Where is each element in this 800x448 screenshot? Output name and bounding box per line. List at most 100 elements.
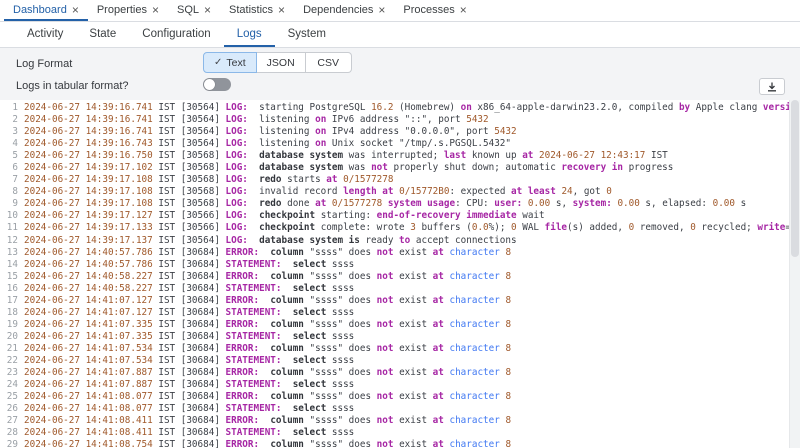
window-tab-dependencies[interactable]: Dependencies ×: [294, 0, 394, 21]
log-line: 16 2024-06-27 14:40:58.227 IST [30684] ST…: [0, 283, 800, 295]
log-line: 42024-06-27 14:39:16.743 IST [30564] LOG…: [0, 138, 800, 150]
log-line-text: 2024-06-27 14:39:17.108 IST [30568] LOG:…: [24, 186, 612, 198]
log-lines: 1 2024-06-27 14:39:16.741 IST [30564] LOG…: [0, 100, 800, 448]
log-line: 28 2024-06-27 14:41:08.411 IST [30684] ST…: [0, 427, 800, 439]
tab-label: SQL: [177, 4, 199, 16]
sub-tab-state[interactable]: State: [76, 22, 129, 47]
log-line-text: 2024-06-27 14:41:07.335 IST [30684] STAT…: [24, 331, 354, 343]
tab-label: Statistics: [229, 4, 273, 16]
window-tab-dashboard[interactable]: Dashboard ×: [4, 0, 88, 21]
line-number: 10: [0, 210, 18, 222]
log-line: 11 2024-06-27 14:39:17.133 IST [30566] LO…: [0, 222, 800, 234]
line-number: 9: [0, 198, 18, 210]
line-number: 11: [0, 222, 18, 234]
sub-tab-configuration[interactable]: Configuration: [129, 22, 223, 47]
log-line-text: 2024-06-27 14:40:58.227 IST [30684] ERRO…: [24, 271, 511, 283]
dashboard-sub-tab-bar: ActivityStateConfigurationLogsSystem: [0, 22, 800, 48]
tab-label: Properties: [97, 4, 147, 16]
sub-tab-system[interactable]: System: [275, 22, 339, 47]
close-icon[interactable]: ×: [152, 4, 159, 16]
window-tab-statistics[interactable]: Statistics ×: [220, 0, 294, 21]
log-line-text: 2024-06-27 14:40:58.227 IST [30684] STAT…: [24, 283, 354, 295]
line-number: 18: [0, 307, 18, 319]
log-line-text: 2024-06-27 14:41:08.411 IST [30684] STAT…: [24, 427, 354, 439]
close-icon[interactable]: ×: [460, 4, 467, 16]
log-line-text: 2024-06-27 14:41:08.411 IST [30684] ERRO…: [24, 415, 511, 427]
log-line-text: 2024-06-27 14:39:17.133 IST [30566] LOG:…: [24, 222, 800, 234]
tabular-format-toggle[interactable]: [203, 78, 231, 91]
log-line-text: 2024-06-27 14:39:16.741 IST [30564] LOG:…: [24, 114, 489, 126]
window-tab-properties[interactable]: Properties ×: [88, 0, 168, 21]
sub-tab-activity[interactable]: Activity: [14, 22, 76, 47]
log-line-text: 2024-06-27 14:39:17.108 IST [30568] LOG:…: [24, 198, 746, 210]
line-number: 12: [0, 235, 18, 247]
line-number: 5: [0, 150, 18, 162]
log-line-text: 2024-06-27 14:41:08.077 IST [30684] STAT…: [24, 403, 354, 415]
tab-label: Dashboard: [13, 4, 67, 16]
log-line: 272024-06-27 14:41:08.411 IST [30684] ER…: [0, 415, 800, 427]
log-line-text: 2024-06-27 14:39:16.741 IST [30564] LOG:…: [24, 102, 800, 114]
format-option-text[interactable]: ✓Text: [203, 52, 257, 73]
scrollbar-thumb[interactable]: [791, 100, 799, 257]
close-icon[interactable]: ×: [378, 4, 385, 16]
log-line: 22024-06-27 14:39:16.741 IST [30564] LOG…: [0, 114, 800, 126]
log-line: 52024-06-27 14:39:16.750 IST [30568] LOG…: [0, 150, 800, 162]
download-logs-button[interactable]: [759, 78, 785, 95]
line-number: 6: [0, 162, 18, 174]
log-line: 192024-06-27 14:41:07.335 IST [30684] ER…: [0, 319, 800, 331]
log-line-text: 2024-06-27 14:41:07.127 IST [30684] ERRO…: [24, 295, 511, 307]
log-line: 72024-06-27 14:39:17.108 IST [30568] LOG…: [0, 174, 800, 186]
line-number: 24: [0, 379, 18, 391]
log-line: 182024-06-27 14:41:07.127 IST [30684] ST…: [0, 307, 800, 319]
vertical-scrollbar[interactable]: [789, 100, 800, 448]
log-line-text: 2024-06-27 14:41:08.754 IST [30684] ERRO…: [24, 439, 511, 448]
tab-label: Processes: [403, 4, 454, 16]
log-format-button-group: ✓Text JSON CSV: [203, 52, 352, 73]
line-number: 29: [0, 439, 18, 448]
log-line: 24 2024-06-27 14:41:07.887 IST [30684] ST…: [0, 379, 800, 391]
log-viewer[interactable]: 1 2024-06-27 14:39:16.741 IST [30564] LOG…: [0, 100, 800, 448]
log-line-text: 2024-06-27 14:41:07.534 IST [30684] STAT…: [24, 355, 354, 367]
log-line-text: 2024-06-27 14:41:07.887 IST [30684] STAT…: [24, 379, 354, 391]
close-icon[interactable]: ×: [72, 4, 79, 16]
format-option-json[interactable]: JSON: [257, 52, 306, 73]
log-line: 12 2024-06-27 14:39:17.137 IST [30564] LO…: [0, 235, 800, 247]
log-line: 172024-06-27 14:41:07.127 IST [30684] ER…: [0, 295, 800, 307]
format-option-label: JSON: [267, 57, 295, 69]
check-icon: ✓: [214, 57, 222, 68]
line-number: 15: [0, 271, 18, 283]
log-line-text: 2024-06-27 14:41:07.534 IST [30684] ERRO…: [24, 343, 511, 355]
log-line: 10 2024-06-27 14:39:17.127 IST [30566] LO…: [0, 210, 800, 222]
line-number: 25: [0, 391, 18, 403]
line-number: 7: [0, 174, 18, 186]
close-icon[interactable]: ×: [278, 4, 285, 16]
sub-tab-logs[interactable]: Logs: [224, 22, 275, 47]
line-number: 28: [0, 427, 18, 439]
line-number: 1: [0, 102, 18, 114]
log-line: 15 2024-06-27 14:40:58.227 IST [30684] ER…: [0, 271, 800, 283]
close-icon[interactable]: ×: [204, 4, 211, 16]
log-line: 222024-06-27 14:41:07.534 IST [30684] ST…: [0, 355, 800, 367]
line-number: 20: [0, 331, 18, 343]
line-number: 4: [0, 138, 18, 150]
line-number: 16: [0, 283, 18, 295]
window-tab-bar: Dashboard×Properties×SQL×Statistics×Depe…: [0, 0, 800, 22]
window-tab-processes[interactable]: Processes ×: [394, 0, 475, 21]
log-line-text: 2024-06-27 14:39:17.137 IST [30564] LOG:…: [24, 235, 517, 247]
log-line: 232024-06-27 14:41:07.887 IST [30684] ER…: [0, 367, 800, 379]
log-line: 212024-06-27 14:41:07.534 IST [30684] ER…: [0, 343, 800, 355]
format-option-csv[interactable]: CSV: [306, 52, 352, 73]
tab-label: Dependencies: [303, 4, 373, 16]
log-line: 262024-06-27 14:41:08.077 IST [30684] ST…: [0, 403, 800, 415]
log-line: 8 2024-06-27 14:39:17.108 IST [30568] LOG…: [0, 186, 800, 198]
line-number: 8: [0, 186, 18, 198]
log-line-text: 2024-06-27 14:39:17.127 IST [30566] LOG:…: [24, 210, 545, 222]
window-tab-sql[interactable]: SQL ×: [168, 0, 220, 21]
log-line-text: 2024-06-27 14:41:07.335 IST [30684] ERRO…: [24, 319, 511, 331]
download-icon: [767, 82, 777, 92]
toggle-knob: [204, 79, 215, 90]
line-number: 23: [0, 367, 18, 379]
line-number: 14: [0, 259, 18, 271]
log-line: 252024-06-27 14:41:08.077 IST [30684] ER…: [0, 391, 800, 403]
log-format-label: Log Format: [16, 58, 72, 70]
